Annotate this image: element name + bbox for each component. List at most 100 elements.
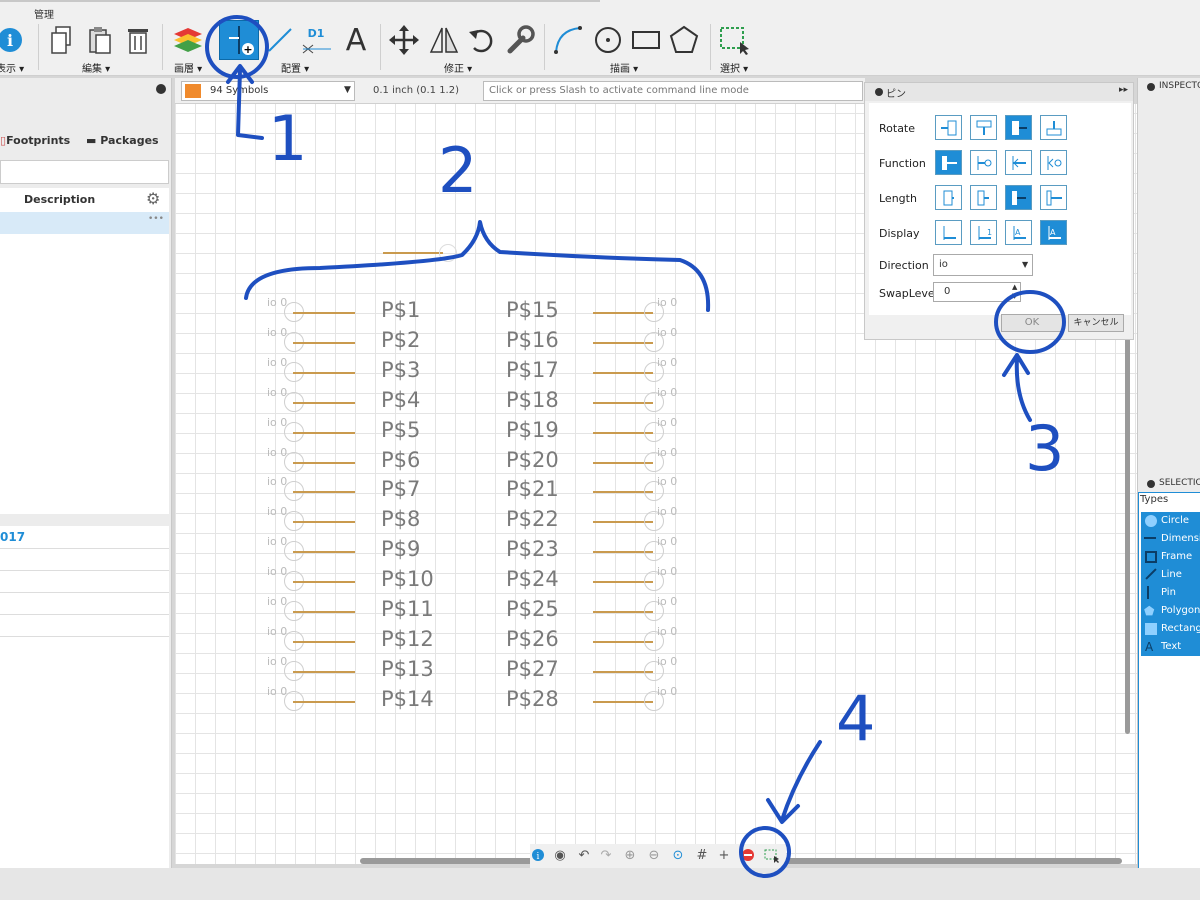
rotate-up-button[interactable]	[970, 115, 997, 140]
command-line-input[interactable]: Click or press Slash to activate command…	[483, 81, 863, 101]
layers-icon[interactable]	[170, 22, 206, 58]
canvas-vscroll[interactable]	[1125, 334, 1130, 734]
tab-packages[interactable]: ▬ Packages	[86, 134, 159, 147]
pin-line[interactable]	[293, 312, 355, 314]
dialog-collapse-icon[interactable]	[875, 88, 883, 96]
rotate-right-button[interactable]	[1005, 115, 1032, 140]
type-pin[interactable]: Pin	[1141, 584, 1200, 602]
redo-icon[interactable]: ↷	[598, 848, 614, 864]
polygon-icon[interactable]	[666, 22, 702, 58]
zoom-in-icon[interactable]: ⊕	[622, 848, 638, 864]
inspector-header[interactable]: INSPECTOR	[1138, 78, 1200, 96]
column-header-description[interactable]: Description	[24, 193, 95, 206]
pin-line[interactable]	[293, 670, 355, 673]
display-both-button[interactable]: A	[1040, 220, 1067, 245]
zoom-fit-icon[interactable]: ⊙	[670, 848, 686, 864]
row-ellipsis[interactable]: •••	[148, 214, 164, 224]
select-icon[interactable]	[716, 22, 752, 58]
pin-line[interactable]	[293, 551, 355, 554]
text-tool-icon[interactable]: A	[338, 22, 374, 58]
pin-io-label: io 0	[657, 595, 678, 608]
tab-footprints-label: Footprints	[6, 134, 71, 147]
group-display-label[interactable]: 表示 ▾	[0, 60, 24, 75]
crosshair-icon[interactable]: +	[716, 848, 732, 864]
pin-line[interactable]	[293, 611, 355, 613]
display-pin-button[interactable]: A	[1005, 220, 1032, 245]
add-pin-icon[interactable]: +	[219, 20, 259, 60]
group-place-label[interactable]: 配置 ▾	[281, 60, 309, 75]
arc-icon[interactable]	[550, 22, 586, 58]
pin-line[interactable]	[293, 431, 355, 434]
length-point-button[interactable]	[935, 185, 962, 210]
function-dot-button[interactable]	[970, 150, 997, 175]
group-edit-label[interactable]: 編集 ▾	[82, 60, 110, 75]
circle-icon[interactable]	[590, 22, 626, 58]
group-modify-label[interactable]: 修正 ▾	[444, 60, 472, 75]
group-layer-label[interactable]: 画層 ▾	[174, 60, 202, 75]
function-none-button[interactable]	[935, 150, 962, 175]
grid-size[interactable]: 0.1 inch (0.1 1.2)	[373, 85, 459, 96]
pin-line[interactable]	[293, 341, 355, 344]
group-draw-label[interactable]: 描画 ▾	[610, 60, 638, 75]
function-clk-button[interactable]	[1005, 150, 1032, 175]
selection-filter-icon[interactable]	[764, 848, 780, 864]
inspector-collapse-icon[interactable]	[1147, 83, 1155, 91]
length-long-button[interactable]	[1040, 185, 1067, 210]
pin-line[interactable]	[293, 521, 355, 524]
display-off-button[interactable]	[935, 220, 962, 245]
panel-collapse-icon[interactable]	[156, 84, 166, 94]
name-tool-icon[interactable]: D1	[298, 22, 334, 58]
stop-icon[interactable]	[740, 848, 756, 864]
rotate-left-button[interactable]	[935, 115, 962, 140]
type-frame-label: Frame	[1161, 551, 1193, 562]
table-row-selected[interactable]: •••	[0, 212, 169, 234]
cancel-button[interactable]: キャンセル	[1068, 314, 1124, 332]
pin-name-label: P$25	[506, 597, 559, 621]
rotate-icon[interactable]	[464, 22, 500, 58]
pin-line[interactable]	[293, 461, 355, 464]
pin-line[interactable]	[293, 700, 355, 703]
pin-io-label: io 0	[657, 624, 678, 638]
info-icon[interactable]: i	[0, 22, 28, 58]
wrench-icon[interactable]	[502, 22, 538, 58]
grid-icon[interactable]: #	[694, 848, 710, 864]
pin-io-label: io 0	[657, 385, 678, 399]
undo-icon[interactable]: ↶	[576, 848, 592, 864]
selection-header[interactable]: SELECTION	[1138, 476, 1200, 492]
display-pad-button[interactable]: 1	[970, 220, 997, 245]
rectangle-icon[interactable]	[628, 22, 664, 58]
copy-icon[interactable]	[44, 22, 80, 58]
pin-line[interactable]	[293, 491, 355, 494]
pin-line[interactable]	[293, 371, 355, 374]
zoom-out-icon[interactable]: ⊖	[646, 848, 662, 864]
group-select-label[interactable]: 選択 ▾	[720, 60, 748, 75]
ok-button[interactable]: OK	[1001, 314, 1063, 332]
library-search-input[interactable]	[0, 160, 169, 184]
type-dimension[interactable]: Dimension	[1141, 530, 1200, 548]
length-middle-button[interactable]	[1005, 185, 1032, 210]
move-icon[interactable]	[386, 22, 422, 58]
info-small-icon[interactable]: i	[530, 848, 546, 864]
length-short-button[interactable]	[970, 185, 997, 210]
menu-title[interactable]: 管理	[34, 6, 54, 21]
swaplevel-spinner[interactable]: 0 ▲ ▼	[933, 282, 1021, 302]
gear-icon[interactable]: ⚙	[146, 189, 160, 208]
pin-line[interactable]	[293, 640, 355, 643]
expand-arrows-icon[interactable]: ▸▸	[1119, 85, 1128, 95]
mirror-icon[interactable]	[426, 22, 462, 58]
direction-select[interactable]: io ▼	[933, 254, 1033, 276]
delete-icon[interactable]	[120, 22, 156, 58]
function-dotclk-button[interactable]	[1040, 150, 1067, 175]
rotate-down-button[interactable]	[1040, 115, 1067, 140]
symbol-dropdown[interactable]: 94 Symbols ▼	[181, 81, 355, 101]
pin-line[interactable]	[293, 581, 355, 584]
pin-name-label: P$6	[381, 447, 421, 472]
spinner-arrows-icon[interactable]: ▲ ▼	[1012, 283, 1017, 301]
eye-icon[interactable]: ◉	[552, 848, 568, 864]
pin-line[interactable]	[293, 401, 355, 404]
paste-icon[interactable]	[82, 22, 118, 58]
selection-collapse-icon[interactable]	[1147, 480, 1155, 488]
tab-footprints[interactable]: ▯Footprints	[0, 134, 70, 147]
wire-icon[interactable]	[262, 22, 298, 58]
svg-text:i: i	[7, 31, 13, 50]
